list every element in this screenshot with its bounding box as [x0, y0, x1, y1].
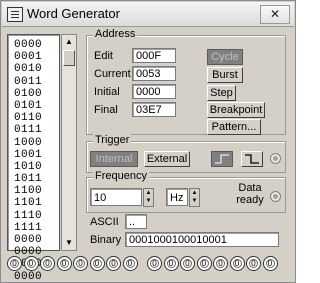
word-list-item[interactable]: 0011	[14, 76, 56, 88]
word-list-item[interactable]: 1001	[14, 149, 56, 161]
output-bit-indicators: 0 0 0 0 0 0 0 0 0 0 0 0 0 0 0 0	[7, 256, 291, 276]
bit-indicator: 0	[89, 256, 105, 271]
bit-indicator: 0	[106, 256, 121, 271]
word-list-panel[interactable]: 0000 0001 0010 0011 0100 0101 0110 0111 …	[7, 34, 60, 283]
scroll-down-arrow-icon[interactable]: ▼	[62, 236, 76, 250]
step-button[interactable]: Step	[207, 85, 236, 101]
bit-indicator: 0	[147, 256, 162, 271]
data-ready-label: Data ready	[234, 182, 266, 206]
word-list-item[interactable]: 0010	[14, 63, 56, 75]
close-button[interactable]: ✕	[260, 5, 290, 24]
pattern-button[interactable]: Pattern...	[207, 119, 261, 135]
frequency-spinner[interactable]: ▲ ▼	[143, 188, 154, 207]
word-list-item[interactable]: 0111	[14, 124, 56, 136]
word-list-item[interactable]: 1010	[14, 161, 56, 173]
scroll-up-arrow-icon[interactable]: ▲	[62, 35, 76, 49]
word-list-item[interactable]: 1011	[14, 173, 56, 185]
bit-indicator: 0	[229, 256, 245, 271]
edit-label: Edit	[94, 50, 113, 62]
scroll-thumb[interactable]	[63, 50, 75, 66]
bit-indicator: 0	[180, 256, 195, 271]
final-label: Final	[94, 104, 118, 116]
word-list-item[interactable]: 0000	[14, 234, 56, 246]
address-group-label: Address	[93, 28, 138, 40]
bit-indicator: 0	[122, 256, 138, 271]
word-list-item[interactable]: 1111	[14, 222, 56, 234]
word-list: 0000 0001 0010 0011 0100 0101 0110 0111 …	[14, 39, 56, 283]
edit-address-field[interactable]: 000F	[132, 48, 176, 63]
rising-edge-icon[interactable]	[211, 151, 233, 167]
breakpoint-button[interactable]: Breakpoint	[207, 102, 265, 118]
frequency-group-label: Frequency	[93, 170, 149, 182]
word-generator-app-icon	[7, 7, 23, 22]
window-title: Word Generator	[27, 6, 120, 21]
current-address-field[interactable]: 0053	[132, 66, 176, 81]
binary-label: Binary	[90, 234, 122, 246]
cycle-button[interactable]: Cycle	[207, 49, 243, 65]
data-ready-indicator	[270, 191, 281, 202]
bit-indicator: 0	[40, 256, 55, 271]
word-list-item[interactable]: 0101	[14, 100, 56, 112]
initial-label: Initial	[94, 86, 120, 98]
binary-field[interactable]: 0001000100010001	[125, 232, 279, 247]
trigger-group-label: Trigger	[93, 134, 132, 146]
bit-indicator: 0	[7, 256, 22, 271]
final-address-field[interactable]: 03E7	[132, 102, 176, 117]
word-list-item[interactable]: 0001	[14, 51, 56, 63]
bit-indicator: 0	[73, 256, 88, 271]
word-list-item[interactable]: 0000	[14, 39, 56, 51]
bit-indicator: 0	[23, 256, 39, 271]
word-list-item[interactable]: 0100	[14, 88, 56, 100]
ascii-field[interactable]: ..	[125, 214, 147, 229]
word-generator-window: Word Generator ✕ 0000 0001 0010 0011 010…	[0, 0, 296, 283]
ascii-label: ASCII	[90, 216, 119, 228]
external-trigger-button[interactable]: External	[144, 151, 190, 167]
title-bar[interactable]: Word Generator ✕	[2, 2, 294, 27]
burst-button[interactable]: Burst	[207, 67, 243, 83]
current-label: Current	[94, 68, 131, 80]
word-list-scrollbar[interactable]: ▲ ▼	[61, 34, 77, 251]
word-list-item[interactable]: 0110	[14, 112, 56, 124]
data-ready-text: Data ready	[236, 182, 264, 206]
word-list-item[interactable]: 1100	[14, 185, 56, 197]
bit-indicator: 0	[262, 256, 278, 271]
falling-edge-icon[interactable]	[241, 151, 263, 167]
bit-indicator: 0	[56, 256, 72, 271]
frequency-unit-field[interactable]: Hz	[166, 188, 188, 206]
word-list-item[interactable]: 1101	[14, 197, 56, 209]
bit-indicator: 0	[163, 256, 179, 271]
bit-indicator: 0	[246, 256, 261, 271]
internal-trigger-button[interactable]: Internal	[90, 151, 138, 167]
unit-spinner[interactable]: ▲ ▼	[189, 188, 200, 207]
word-list-item[interactable]: 1000	[14, 137, 56, 149]
bit-indicator: 0	[196, 256, 212, 271]
initial-address-field[interactable]: 0000	[132, 84, 176, 99]
word-list-item[interactable]: 1110	[14, 210, 56, 222]
trigger-radio[interactable]	[270, 153, 281, 164]
bit-indicator: 0	[213, 256, 228, 271]
frequency-value-field[interactable]: 10	[90, 188, 142, 206]
